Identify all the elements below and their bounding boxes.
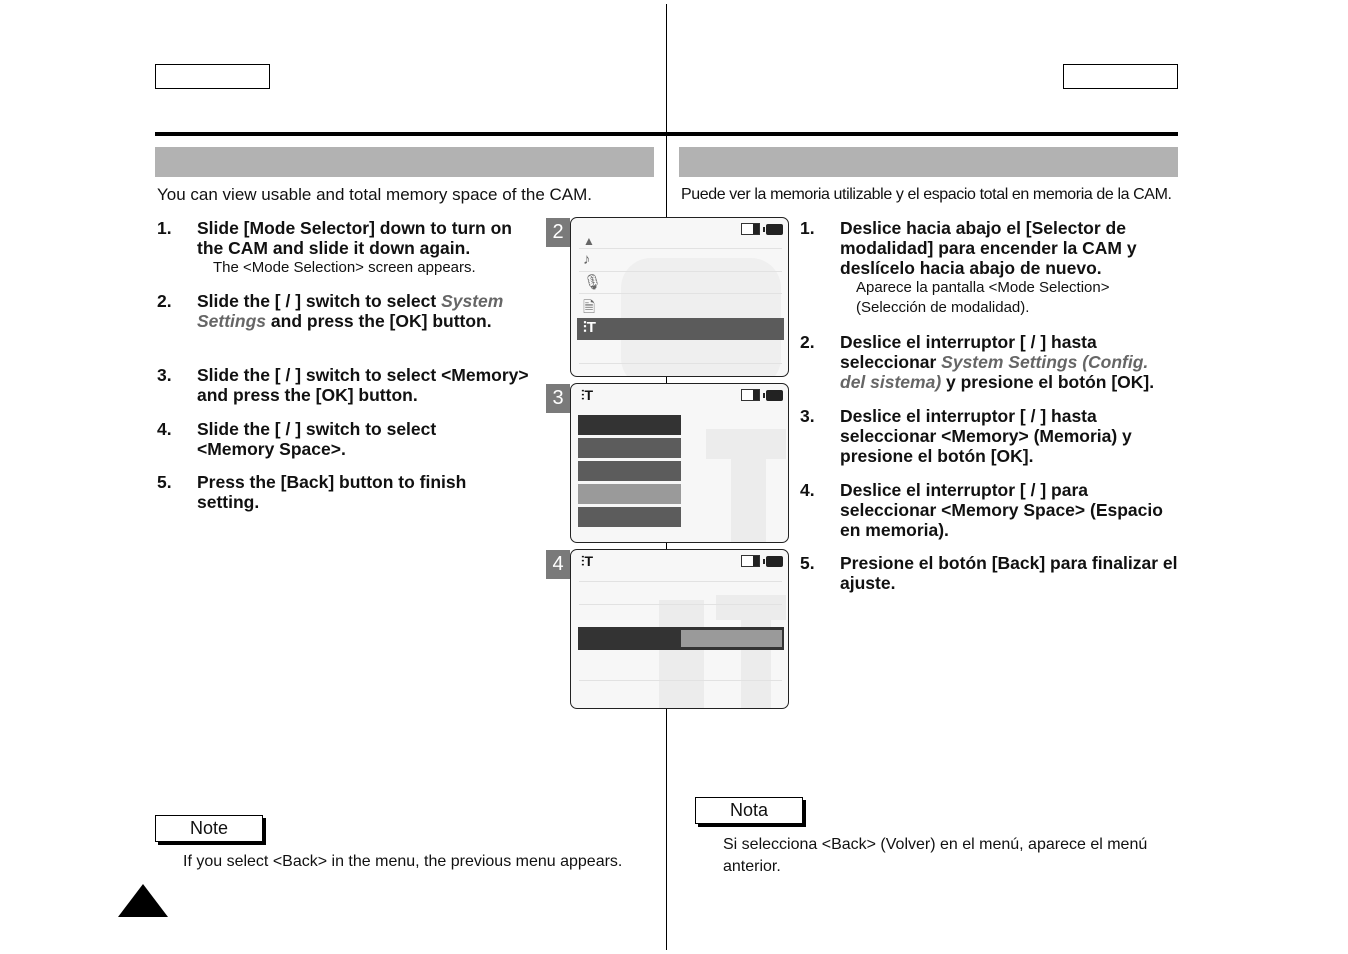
header-rule bbox=[155, 132, 1178, 136]
battery-icon bbox=[763, 223, 783, 235]
header-box-right bbox=[1063, 64, 1178, 89]
memory-space-bar bbox=[578, 627, 784, 650]
menu-bar-5[interactable] bbox=[578, 507, 681, 527]
title-bar-right bbox=[679, 147, 1178, 177]
step-1-es: 1. Deslice hacia abajo el [Selector de m… bbox=[800, 218, 1180, 318]
menu-item-system-settings[interactable]: ⫶T bbox=[577, 318, 784, 340]
note-label-en: Note bbox=[155, 815, 263, 842]
note-text-es: Si selecciona <Back> (Volver) en el menú… bbox=[723, 836, 1148, 875]
intro-text-es: Puede ver la memoria utilizable y el esp… bbox=[681, 186, 1172, 203]
hammer-watermark bbox=[731, 454, 766, 542]
music-note-icon: ♪ bbox=[583, 251, 591, 268]
screen-settings-menu: ⫶T bbox=[570, 383, 789, 543]
step-number: 2. bbox=[800, 332, 815, 352]
step-text: Deslice el interruptor [ / ] hasta selec… bbox=[840, 406, 1132, 466]
step-number: 5. bbox=[157, 472, 172, 492]
step-number: 3. bbox=[800, 406, 815, 426]
step-number: 1. bbox=[800, 218, 815, 238]
row-divider bbox=[579, 604, 782, 605]
status-icons bbox=[741, 555, 783, 567]
battery-icon bbox=[763, 389, 783, 401]
step-number: 2. bbox=[157, 291, 172, 311]
battery-icon bbox=[763, 555, 783, 567]
row-divider bbox=[579, 248, 782, 249]
step-2-en: 2. Slide the [ / ] switch to select Syst… bbox=[157, 291, 517, 331]
step-4-es: 4. Deslice el interruptor [ / ] para sel… bbox=[800, 480, 1180, 540]
step-number: 4. bbox=[157, 419, 172, 439]
memory-card-icon bbox=[741, 555, 760, 567]
step-subtext: The <Mode Selection> screen appears. bbox=[213, 259, 476, 276]
menu-bar-1[interactable] bbox=[578, 415, 681, 435]
memory-card-icon bbox=[741, 223, 760, 235]
status-icons bbox=[741, 389, 783, 401]
step-text: Press the [Back] button to finish settin… bbox=[197, 472, 467, 512]
step-number: 1. bbox=[157, 218, 172, 238]
settings-tools-icon: ⫶T bbox=[581, 553, 594, 569]
step-5-es: 5. Presione el botón [Back] para finaliz… bbox=[800, 553, 1180, 593]
status-icons bbox=[741, 223, 783, 235]
step-4-en: 4. Slide the [ / ] switch to select <Mem… bbox=[157, 419, 517, 459]
step-3-en: 3. Slide the [ / ] switch to select <Mem… bbox=[157, 365, 532, 405]
settings-tools-icon: ⫶T bbox=[581, 387, 594, 403]
title-bar-left bbox=[155, 147, 654, 177]
row-divider bbox=[579, 680, 782, 681]
step-text: Deslice hacia abajo el [Selector de moda… bbox=[840, 218, 1137, 278]
menu-bar-memory-selected[interactable] bbox=[578, 484, 681, 504]
step-1-en: 1. Slide [Mode Selector] down to turn on… bbox=[157, 218, 527, 278]
step-number: 5. bbox=[800, 553, 815, 573]
step-text: Slide the [ / ] switch to select bbox=[197, 291, 442, 311]
step-number: 4. bbox=[800, 480, 815, 500]
settings-tools-icon: ⫶T bbox=[583, 319, 596, 336]
row-divider bbox=[579, 581, 782, 582]
row-divider bbox=[579, 363, 782, 364]
step-text: y presione el botón [OK]. bbox=[941, 372, 1155, 392]
menu-bar-3[interactable] bbox=[578, 461, 681, 481]
up-arrow-icon: ▲ bbox=[583, 234, 595, 248]
row-divider bbox=[579, 293, 782, 294]
step-text: and press the [OK] button. bbox=[266, 311, 492, 331]
screwdriver-watermark bbox=[659, 600, 704, 708]
step-2-es: 2. Deslice el interruptor [ / ] hasta se… bbox=[800, 332, 1175, 392]
step-text: Slide the [ / ] switch to select <Memory… bbox=[197, 365, 529, 405]
step-5-en: 5. Press the [Back] button to finish set… bbox=[157, 472, 517, 512]
screen-memory-space: ⫶T bbox=[570, 549, 789, 709]
row-divider bbox=[579, 271, 782, 272]
step-text: Slide [Mode Selector] down to turn on th… bbox=[197, 218, 512, 258]
menu-bar-2[interactable] bbox=[578, 438, 681, 458]
intro-text-en: You can view usable and total memory spa… bbox=[157, 185, 592, 204]
screen-badge-3: 3 bbox=[546, 384, 570, 413]
screen-badge-2: 2 bbox=[546, 218, 570, 247]
screen-mode-selection: ▲ ♪ 🎙 🗎 ⫶T bbox=[570, 217, 789, 377]
screen-badge-4: 4 bbox=[546, 550, 570, 579]
page-marker-triangle-icon bbox=[118, 884, 168, 917]
step-text: Deslice el interruptor [ / ] para selecc… bbox=[840, 480, 1163, 540]
memory-available-fill bbox=[681, 630, 782, 647]
header-box-left bbox=[155, 64, 270, 89]
step-text: Slide the [ / ] switch to select <Memory… bbox=[197, 419, 437, 459]
note-label-es: Nota bbox=[695, 797, 803, 824]
note-text-en: If you select <Back> in the menu, the pr… bbox=[183, 853, 623, 870]
step-3-es: 3. Deslice el interruptor [ / ] hasta se… bbox=[800, 406, 1150, 466]
microphone-icon: 🎙 bbox=[583, 274, 603, 291]
memory-card-icon bbox=[741, 389, 760, 401]
step-number: 3. bbox=[157, 365, 172, 385]
step-subtext: Aparece la pantalla <Mode Selection> (Se… bbox=[856, 279, 1110, 316]
step-text: Presione el botón [Back] para finalizar … bbox=[840, 553, 1178, 593]
